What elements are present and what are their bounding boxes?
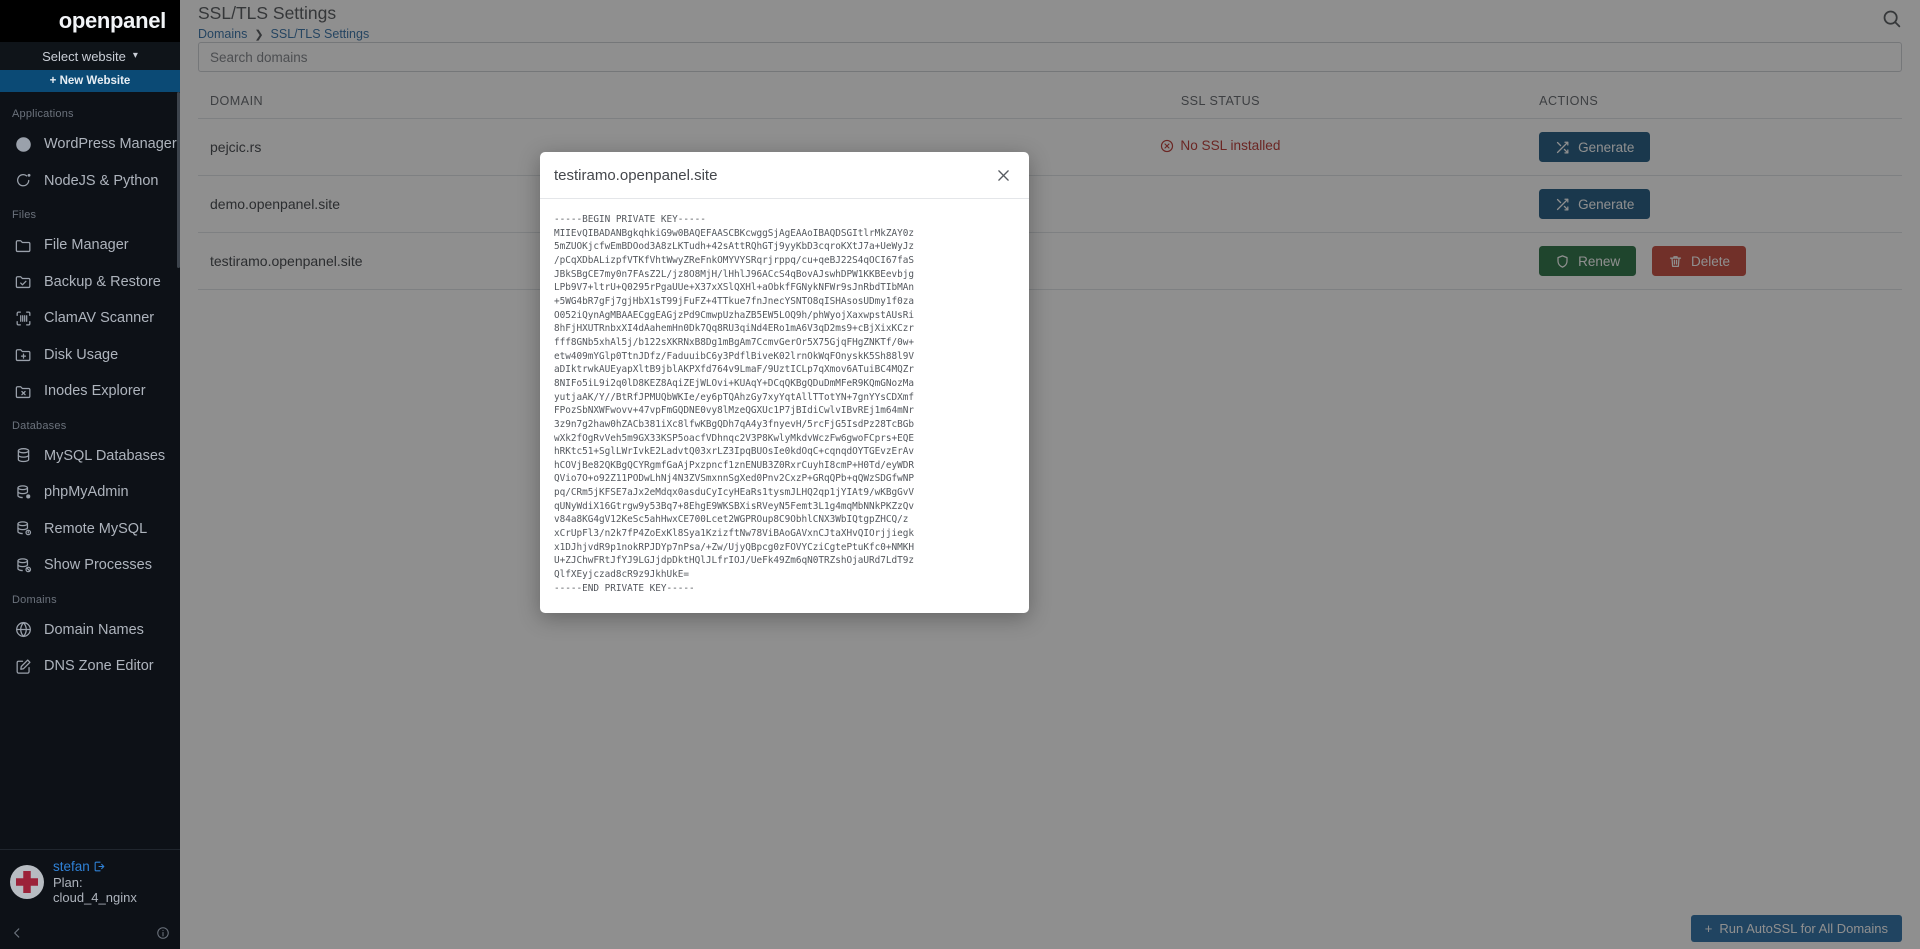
folder-icon <box>14 236 33 255</box>
nav-group-domains-title: Domains <box>12 593 57 606</box>
app-root: openpanel Select website ▾ + New Website… <box>0 0 1920 949</box>
modal-overlay[interactable] <box>180 0 1920 949</box>
sidebar-nav: Applications W WordPress Manager NodeJS … <box>0 92 180 685</box>
folder-check-icon <box>14 272 33 291</box>
wordpress-icon: W <box>14 135 33 154</box>
sidebar-bottom-bar <box>0 917 180 949</box>
sidebar-item-inodes-explorer[interactable]: Inodes Explorer <box>0 373 180 410</box>
sidebar-item-label: phpMyAdmin <box>44 484 129 501</box>
sidebar-item-label: WordPress Manager <box>44 136 177 153</box>
scan-icon <box>14 309 33 328</box>
main-content: SSL/TLS Settings Domains ❯ SSL/TLS Setti… <box>180 0 1920 949</box>
folder-x-icon <box>14 382 33 401</box>
sidebar-item-mysql-databases[interactable]: MySQL Databases <box>0 438 180 475</box>
sidebar-item-label: NodeJS & Python <box>44 172 159 189</box>
nav-group-applications-title: Applications <box>12 108 74 120</box>
sidebar-item-label: DNS Zone Editor <box>44 658 154 675</box>
database-icon <box>14 446 33 465</box>
private-key-text: -----BEGIN PRIVATE KEY----- MIIEvQIBADAN… <box>554 214 914 594</box>
modal-body: -----BEGIN PRIVATE KEY----- MIIEvQIBADAN… <box>540 199 1029 613</box>
sidebar-item-phpmyadmin[interactable]: phpMyAdmin <box>0 474 180 511</box>
sidebar-item-label: File Manager <box>44 237 129 254</box>
database-block-icon <box>14 556 33 575</box>
brand-text: openpanel <box>58 8 167 33</box>
sidebar-item-label: Remote MySQL <box>44 520 148 537</box>
folder-plus-icon <box>14 345 33 364</box>
sidebar-item-label: Show Processes <box>44 557 152 574</box>
sidebar-item-remote-mysql[interactable]: Remote MySQL <box>0 511 180 548</box>
sidebar-item-wordpress-manager[interactable]: W WordPress Manager <box>0 126 180 163</box>
user-plan: Plan: cloud_4_nginx <box>53 875 137 905</box>
info-icon[interactable] <box>156 926 170 940</box>
sidebar: openpanel Select website ▾ + New Website… <box>0 0 180 949</box>
user-footer: stefan Plan: cloud_4_nginx <box>0 849 180 911</box>
website-selector-label: Select website <box>42 48 126 64</box>
nav-group-databases-title: Databases <box>12 419 67 432</box>
private-key-modal: testiramo.openpanel.site -----BEGIN PRIV… <box>540 152 1029 614</box>
sidebar-item-label: Backup & Restore <box>44 273 161 290</box>
sidebar-item-dns-zone-editor[interactable]: DNS Zone Editor <box>0 648 180 685</box>
collapse-sidebar-icon[interactable] <box>10 926 24 940</box>
modal-header: testiramo.openpanel.site <box>540 152 1029 199</box>
sidebar-item-nodejs-python[interactable]: NodeJS & Python <box>0 163 180 200</box>
avatar-mark <box>16 871 38 893</box>
nodejs-icon <box>14 171 33 190</box>
user-logout-link[interactable]: stefan <box>53 859 170 874</box>
sidebar-item-disk-usage[interactable]: Disk Usage <box>0 337 180 374</box>
sidebar-item-label: Disk Usage <box>44 346 119 363</box>
nav-group-files-title: Files <box>12 209 37 221</box>
sidebar-item-file-manager[interactable]: File Manager <box>0 227 180 264</box>
website-selector[interactable]: Select website ▾ <box>0 42 180 70</box>
user-name: stefan <box>53 859 90 874</box>
logout-icon <box>93 860 106 873</box>
sidebar-item-domain-names[interactable]: Domain Names <box>0 612 180 649</box>
user-meta: stefan Plan: cloud_4_nginx <box>53 859 170 905</box>
database-info-icon <box>14 519 33 538</box>
sidebar-item-label: Inodes Explorer <box>44 383 146 400</box>
edit-square-icon <box>14 657 33 676</box>
globe-icon <box>14 620 33 639</box>
sidebar-item-backup-restore[interactable]: Backup & Restore <box>0 264 180 301</box>
avatar <box>10 865 44 899</box>
chevron-down-icon: ▾ <box>132 50 138 61</box>
sidebar-item-label: Domain Names <box>44 621 144 638</box>
sidebar-item-show-processes[interactable]: Show Processes <box>0 547 180 584</box>
close-icon[interactable] <box>995 167 1012 184</box>
sidebar-item-clamav-scanner[interactable]: ClamAV Scanner <box>0 300 180 337</box>
database-gear-icon <box>14 483 33 502</box>
brand-logo[interactable]: openpanel <box>0 0 180 42</box>
new-website-button[interactable]: + New Website <box>0 70 180 92</box>
svg-text:W: W <box>19 141 28 151</box>
sidebar-item-label: MySQL Databases <box>44 447 166 464</box>
modal-title: testiramo.openpanel.site <box>554 167 718 184</box>
new-website-label: + New Website <box>49 75 131 87</box>
sidebar-item-label: ClamAV Scanner <box>44 310 155 327</box>
